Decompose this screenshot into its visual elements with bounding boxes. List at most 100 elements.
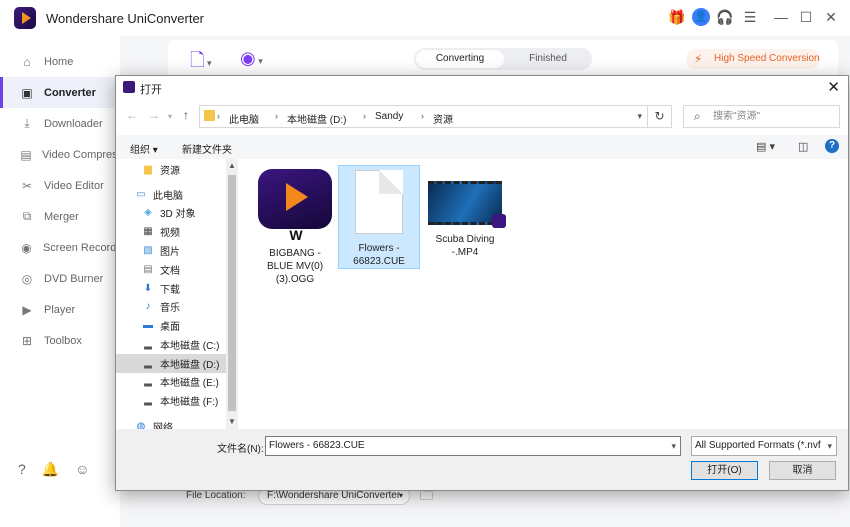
forward-arrow-icon[interactable]: → xyxy=(148,108,160,122)
breadcrumb-item[interactable]: 资源 xyxy=(433,111,453,126)
tree-item-label: 本地磁盘 (E:) xyxy=(160,378,219,389)
open-button[interactable]: 打开(O) xyxy=(691,461,758,480)
new-folder-button[interactable]: 新建文件夹 xyxy=(182,141,232,156)
tree-item[interactable]: ▧ 图片 xyxy=(116,241,226,260)
breadcrumb-chevron-icon[interactable]: › xyxy=(275,111,278,121)
sidebar-item-video-compressor[interactable]: ▤ Video Compressor xyxy=(0,139,120,170)
tree-scrollbar[interactable]: ▲ ▼ xyxy=(226,159,238,429)
headset-icon[interactable]: 🎧 xyxy=(716,8,734,26)
search-input[interactable]: ⌕ 搜索"资源" xyxy=(683,105,840,128)
sidebar-item-label: Downloader xyxy=(44,117,103,130)
desktop-icon: ▬ xyxy=(143,320,153,331)
cancel-button[interactable]: 取消 xyxy=(769,461,836,480)
tree-item[interactable]: ♪ 音乐 xyxy=(116,297,226,316)
dialog-close-icon[interactable]: ✕ xyxy=(827,78,840,96)
file-format-value: All Supported Formats (*.nvf xyxy=(695,440,821,451)
up-arrow-icon[interactable]: ↑ xyxy=(183,108,189,122)
tab-converting[interactable]: Converting xyxy=(416,50,504,68)
bell-icon[interactable]: 🔔 xyxy=(42,461,59,478)
help-icon[interactable]: ? xyxy=(825,139,839,153)
tree-item[interactable]: ▭ 此电脑 xyxy=(116,185,226,204)
recent-locations-icon[interactable]: ▾ xyxy=(168,112,172,121)
refresh-icon[interactable]: ↻ xyxy=(648,105,672,128)
file-location-value: F:\Wondershare UniConverter xyxy=(267,490,401,501)
sidebar-item-label: Merger xyxy=(44,210,79,223)
scroll-thumb[interactable] xyxy=(228,175,236,411)
breadcrumb-item[interactable]: 此电脑 xyxy=(229,111,259,126)
tree-item[interactable]: ▆ 资源 xyxy=(116,160,226,179)
documents-icon: ▤ xyxy=(143,264,153,275)
tree-item[interactable]: ▤ 文档 xyxy=(116,260,226,279)
chevron-down-icon[interactable]: ▾ xyxy=(671,437,676,455)
tree-item-label: 视频 xyxy=(160,228,180,239)
breadcrumb-chevron-icon[interactable]: › xyxy=(217,111,220,121)
breadcrumb-item[interactable]: Sandy xyxy=(375,111,403,122)
file-name-line: 66823.CUE xyxy=(353,256,405,267)
back-arrow-icon[interactable]: ← xyxy=(126,108,138,122)
tree-item[interactable]: ⬇ 下载 xyxy=(116,279,226,298)
downloader-icon: ⤓ xyxy=(24,116,30,130)
scroll-down-icon[interactable]: ▼ xyxy=(228,417,236,426)
dvd-icon: ◎ xyxy=(21,271,33,286)
sidebar-item-video-editor[interactable]: ✂ Video Editor xyxy=(0,170,120,201)
breadcrumb-chevron-icon[interactable]: › xyxy=(421,111,424,121)
add-file-icon[interactable]: 🗋 ▾ xyxy=(190,48,212,78)
file-item[interactable]: Flowers - 66823.CUE xyxy=(338,165,420,269)
search-placeholder: 搜索"资源" xyxy=(713,111,761,122)
filename-input[interactable]: Flowers - 66823.CUE ▾ xyxy=(265,436,681,456)
tree-item[interactable]: ▂ 本地磁盘 (F:) xyxy=(116,391,226,410)
gift-icon[interactable]: 🎁 xyxy=(668,8,686,26)
maximize-icon[interactable]: ☐ xyxy=(797,8,815,26)
lightning-icon: ⚡ xyxy=(694,52,703,66)
tree-item[interactable]: ◈ 3D 对象 xyxy=(116,203,226,222)
feedback-icon[interactable]: ☺ xyxy=(75,461,89,478)
filename-label: 文件名(N): xyxy=(217,444,264,455)
sidebar-item-screen-recorder[interactable]: ◉ Screen Recorder xyxy=(0,232,120,263)
player-icon: ▶ xyxy=(22,302,32,317)
sidebar-item-downloader[interactable]: ⤓ Downloader xyxy=(0,108,120,139)
sidebar-item-label: Toolbox xyxy=(44,334,82,347)
tree-item[interactable]: ▂ 本地磁盘 (E:) xyxy=(116,372,226,391)
sidebar-item-toolbox[interactable]: ⊞ Toolbox xyxy=(0,325,120,356)
tree-item[interactable]: ▂ 本地磁盘 (D:) xyxy=(116,354,226,373)
chevron-down-icon[interactable]: ▾ xyxy=(637,111,642,122)
file-format-select[interactable]: All Supported Formats (*.nvf ▾ xyxy=(691,436,837,456)
sidebar-item-label: Screen Recorder xyxy=(42,241,120,254)
add-dvd-icon[interactable]: ◉ ▾ xyxy=(240,48,263,69)
file-name-line: BLUE MV(0) xyxy=(266,261,324,272)
high-speed-conversion-button[interactable]: ⚡ High Speed Conversion xyxy=(686,49,820,69)
scroll-up-icon[interactable]: ▲ xyxy=(228,161,236,170)
help-icon[interactable]: ? xyxy=(18,461,26,478)
sidebar-item-player[interactable]: ▶ Player xyxy=(0,294,120,325)
tree-item[interactable]: ▬ 桌面 xyxy=(116,316,226,335)
sidebar-item-converter[interactable]: ▣ Converter xyxy=(0,77,120,108)
dialog-title: 打开 xyxy=(140,84,162,96)
drive-e-icon: ▂ xyxy=(144,376,152,387)
tree-item[interactable]: ▂ 本地磁盘 (C:) xyxy=(116,335,226,354)
minimize-icon[interactable]: — xyxy=(772,8,790,26)
close-icon[interactable]: ✕ xyxy=(822,8,840,26)
organize-menu[interactable]: 组织 ▾ xyxy=(130,141,158,156)
sidebar: ⌂ Home ▣ Converter ⤓ Downloader ▤ Video Compres… xyxy=(0,36,120,527)
tree-item[interactable]: ▦ 视频 xyxy=(116,222,226,241)
dialog-titlebar: 打开 ✕ xyxy=(116,76,848,99)
high-speed-label: High Speed Conversion xyxy=(714,53,820,64)
breadcrumb-chevron-icon[interactable]: › xyxy=(363,111,366,121)
sidebar-item-merger[interactable]: ⧉ Merger xyxy=(0,201,120,232)
file-item[interactable]: W BIGBANG - BLUE MV(0) (3).OGG xyxy=(254,165,336,286)
media-file-thumbnail-icon: W xyxy=(258,169,332,243)
music-icon: ♪ xyxy=(145,301,151,312)
view-options-icon[interactable]: ▤ ▾ xyxy=(756,140,775,153)
sidebar-item-label: Video Compressor xyxy=(42,148,120,161)
tab-finished[interactable]: Finished xyxy=(504,50,592,68)
sidebar-item-home[interactable]: ⌂ Home xyxy=(0,46,120,77)
chevron-down-icon: ▾ xyxy=(827,437,832,455)
user-avatar-icon[interactable]: 👤 xyxy=(692,8,710,26)
sidebar-item-dvd-burner[interactable]: ◎ DVD Burner xyxy=(0,263,120,294)
tree-item-label: 本地磁盘 (F:) xyxy=(160,397,219,408)
breadcrumb-item[interactable]: 本地磁盘 (D:) xyxy=(287,111,346,126)
address-bar[interactable]: ▾ › 此电脑 › 本地磁盘 (D:) › Sandy › 资源 xyxy=(199,105,648,128)
menu-icon[interactable]: ☰ xyxy=(741,8,759,26)
preview-pane-icon[interactable]: ◫ xyxy=(798,140,808,153)
file-item[interactable]: Scuba Diving -.MP4 xyxy=(424,165,506,259)
